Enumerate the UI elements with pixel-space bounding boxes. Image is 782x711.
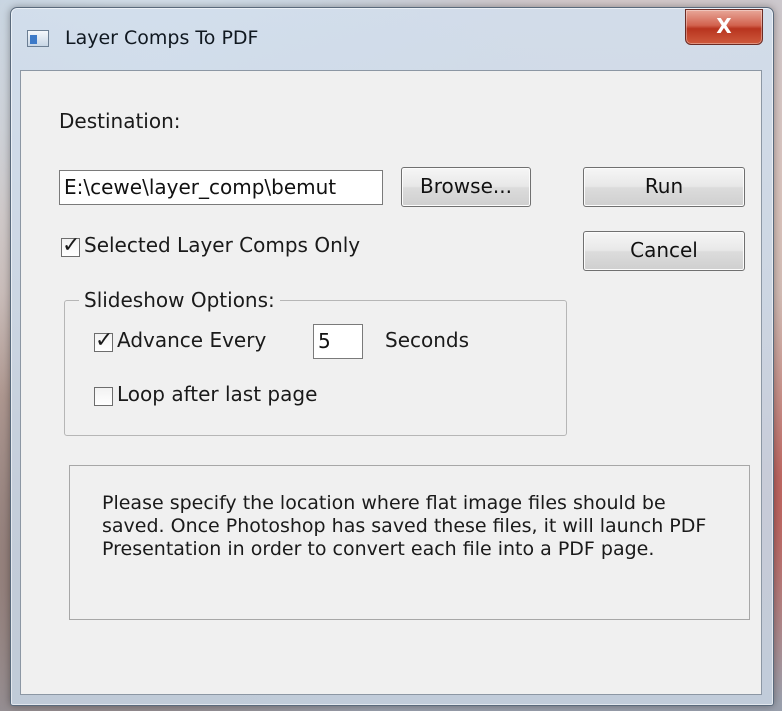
- close-button[interactable]: X: [685, 9, 763, 45]
- app-window-icon: [27, 30, 49, 47]
- checkmark-icon: ✓: [95, 328, 114, 353]
- run-button[interactable]: Run: [583, 167, 745, 207]
- seconds-input[interactable]: 5: [313, 324, 363, 359]
- title-bar[interactable]: Layer Comps To PDF X: [11, 8, 773, 70]
- slideshow-options-group: [64, 300, 567, 436]
- destination-path-field[interactable]: E:\cewe\layer_comp\bemut: [59, 170, 383, 205]
- seconds-label: Seconds: [385, 328, 470, 352]
- advance-every-label: Advance Every: [117, 328, 267, 352]
- selected-only-label: Selected Layer Comps Only: [84, 233, 361, 257]
- cancel-button[interactable]: Cancel: [583, 231, 745, 271]
- dialog-client-area: Destination: E:\cewe\layer_comp\bemut Br…: [20, 70, 762, 695]
- info-panel: Please specify the location where flat i…: [69, 465, 750, 620]
- window-title: Layer Comps To PDF: [65, 27, 259, 49]
- loop-checkbox[interactable]: [94, 387, 113, 406]
- dialog-window: Layer Comps To PDF X Destination: E:\cew…: [10, 7, 774, 706]
- browse-button[interactable]: Browse...: [401, 167, 531, 207]
- slideshow-options-label: Slideshow Options:: [79, 288, 280, 312]
- checkmark-icon: ✓: [62, 233, 81, 258]
- advance-every-checkbox[interactable]: ✓: [94, 328, 113, 353]
- selected-only-checkbox[interactable]: ✓: [61, 233, 80, 258]
- info-text: Please specify the location where flat i…: [102, 492, 707, 560]
- loop-label: Loop after last page: [117, 382, 318, 406]
- destination-label: Destination:: [59, 109, 181, 133]
